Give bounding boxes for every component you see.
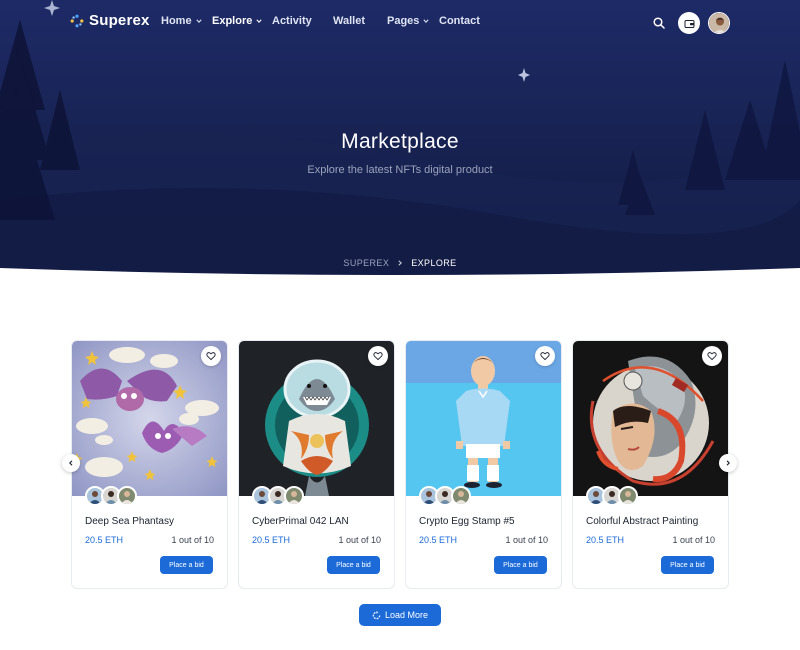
- nav-item-explore-label: Explore: [212, 15, 253, 27]
- nft-artwork: [573, 341, 728, 496]
- wallet-icon: [684, 19, 694, 28]
- nft-artwork: [72, 341, 227, 496]
- heart-icon: [540, 352, 550, 361]
- favorite-button[interactable]: [535, 346, 555, 366]
- nft-edition: 1 out of 10: [171, 535, 214, 545]
- avatar-photo: [453, 488, 469, 504]
- breadcrumb-current: EXPLORE: [411, 258, 457, 268]
- nav-item-pages[interactable]: Pages: [387, 15, 439, 27]
- favorite-button[interactable]: [368, 346, 388, 366]
- brand-name: Superex: [89, 12, 150, 29]
- avatar-photo: [119, 488, 135, 504]
- load-more-button[interactable]: Load More: [359, 604, 441, 626]
- heart-icon: [206, 352, 216, 361]
- avatar-photo: [620, 488, 636, 504]
- chevron-right-icon: [398, 260, 403, 266]
- nft-card[interactable]: Deep Sea Phantasy 20.5 ETH 1 out of 10 P…: [71, 340, 228, 589]
- nft-title[interactable]: Crypto Egg Stamp #5: [419, 516, 515, 527]
- nav-item-home-label: Home: [161, 15, 192, 27]
- nav-item-contact-label: Contact: [439, 15, 480, 27]
- owner-avatars: [252, 486, 304, 506]
- owner-avatar[interactable]: [117, 486, 137, 506]
- owner-avatars: [85, 486, 137, 506]
- owner-avatars: [586, 486, 638, 506]
- nft-card[interactable]: Crypto Egg Stamp #5 20.5 ETH 1 out of 10…: [405, 340, 562, 589]
- nft-edition: 1 out of 10: [672, 535, 715, 545]
- nav-item-pages-label: Pages: [387, 15, 420, 27]
- nav-actions: [648, 12, 730, 34]
- nft-price: 20.5 ETH: [586, 535, 625, 545]
- owner-avatar[interactable]: [451, 486, 471, 506]
- nav-item-activity[interactable]: Activity: [272, 15, 333, 27]
- refresh-icon: [372, 610, 381, 619]
- nft-image-abstract: [573, 341, 728, 496]
- nft-image-footballer: [406, 341, 561, 496]
- main-menu: Home Explore Activity Wallet Pages Conta…: [161, 15, 480, 27]
- nav-item-activity-label: Activity: [272, 15, 312, 27]
- nft-price: 20.5 ETH: [85, 535, 124, 545]
- nav-item-explore[interactable]: Explore: [212, 15, 272, 27]
- nft-card-list: Deep Sea Phantasy 20.5 ETH 1 out of 10 P…: [71, 340, 729, 589]
- brand-logo[interactable]: Superex: [70, 12, 150, 29]
- nft-image-bats: [72, 341, 227, 496]
- logo-icon: [70, 14, 84, 27]
- place-bid-button[interactable]: Place a bid: [494, 556, 547, 574]
- nft-image-shark: [239, 341, 394, 496]
- nav-item-wallet-label: Wallet: [333, 15, 365, 27]
- chevron-down-icon: [423, 19, 430, 24]
- user-photo: [709, 13, 729, 33]
- nft-price: 20.5 ETH: [419, 535, 458, 545]
- user-avatar[interactable]: [708, 12, 730, 34]
- chevron-left-icon: [69, 460, 73, 466]
- heart-icon: [707, 352, 717, 361]
- nft-edition: 1 out of 10: [338, 535, 381, 545]
- nav-item-contact[interactable]: Contact: [439, 15, 480, 27]
- nft-title[interactable]: CyberPrimal 042 LAN: [252, 516, 349, 527]
- load-more-label: Load More: [384, 610, 429, 620]
- owner-avatar[interactable]: [618, 486, 638, 506]
- nft-price: 20.5 ETH: [252, 535, 291, 545]
- nft-title[interactable]: Deep Sea Phantasy: [85, 516, 174, 527]
- place-bid-button[interactable]: Place a bid: [661, 556, 714, 574]
- nft-card[interactable]: CyberPrimal 042 LAN 20.5 ETH 1 out of 10…: [238, 340, 395, 589]
- nav-item-wallet[interactable]: Wallet: [333, 15, 387, 27]
- owner-avatar[interactable]: [284, 486, 304, 506]
- heart-icon: [373, 352, 383, 361]
- carousel-prev-button[interactable]: [62, 454, 80, 472]
- search-icon: [653, 17, 665, 29]
- favorite-button[interactable]: [702, 346, 722, 366]
- carousel-next-button[interactable]: [719, 454, 737, 472]
- nav-item-home[interactable]: Home: [161, 15, 212, 27]
- nft-card[interactable]: Colorful Abstract Painting 20.5 ETH 1 ou…: [572, 340, 729, 589]
- nft-edition: 1 out of 10: [505, 535, 548, 545]
- chevron-down-icon: [195, 19, 202, 24]
- search-button[interactable]: [648, 12, 670, 34]
- place-bid-button[interactable]: Place a bid: [327, 556, 380, 574]
- breadcrumb: SUPEREX EXPLORE: [0, 258, 800, 268]
- place-bid-button[interactable]: Place a bid: [160, 556, 213, 574]
- top-navigation: Superex Home Explore Activity Wallet Pag…: [0, 0, 800, 44]
- page-subtitle: Explore the latest NFTs digital product: [307, 164, 493, 176]
- wallet-button[interactable]: [678, 12, 700, 34]
- nft-artwork: [406, 341, 561, 496]
- owner-avatars: [419, 486, 471, 506]
- chevron-right-icon: [726, 460, 730, 466]
- nft-title[interactable]: Colorful Abstract Painting: [586, 516, 698, 527]
- nft-artwork: [239, 341, 394, 496]
- page-title: Marketplace: [341, 130, 459, 153]
- avatar-photo: [286, 488, 302, 504]
- favorite-button[interactable]: [201, 346, 221, 366]
- chevron-down-icon: [256, 19, 262, 24]
- breadcrumb-home[interactable]: SUPEREX: [343, 258, 389, 268]
